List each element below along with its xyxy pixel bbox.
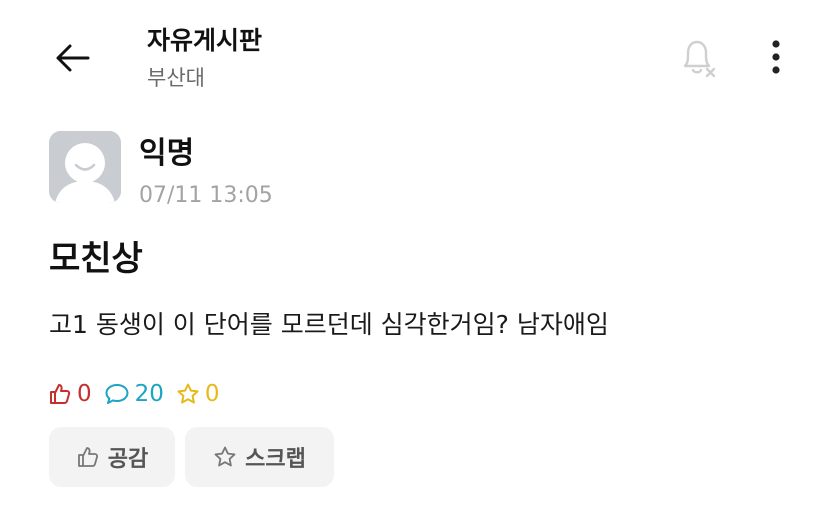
scrap-button-label: 스크랩 [245,447,306,472]
post-detail-screen: 자유게시판 부산대 익명 07/11 13:05 모친상 고1 동생이 이 단어… [0,0,835,520]
scrap-count: 0 [176,381,220,407]
more-vertical-icon [772,40,780,74]
scrap-count-value: 0 [204,381,220,407]
star-icon [214,446,236,467]
post-body: 고1 동생이 이 단어를 모르던데 심각한거임? 남자애임 [49,310,609,339]
post-timestamp: 07/11 13:05 [139,183,273,208]
arrow-left-icon [56,44,90,72]
comment-count: 20 [104,381,164,407]
header-titles: 자유게시판 부산대 [147,24,262,94]
back-button[interactable] [50,36,94,80]
comment-bubble-icon [105,384,129,404]
like-button[interactable]: 공감 [49,427,175,487]
anonymous-avatar-icon [49,131,121,203]
star-icon [177,383,199,404]
board-subtitle: 부산대 [147,66,205,90]
notification-button[interactable] [672,32,722,82]
thumbs-up-icon [77,447,98,467]
comment-count-value: 20 [134,381,164,407]
like-button-label: 공감 [107,447,149,472]
author-name: 익명 [139,136,195,171]
like-count: 0 [48,381,92,407]
scrap-button[interactable]: 스크랩 [185,427,334,487]
post-title: 모친상 [49,239,143,279]
avatar [49,131,121,203]
post-stats: 0 20 0 [48,378,232,410]
more-options-button[interactable] [756,34,796,80]
like-count-value: 0 [77,381,92,407]
bell-off-icon [683,40,716,78]
board-title: 자유게시판 [147,26,263,55]
thumbs-up-icon [50,384,71,404]
